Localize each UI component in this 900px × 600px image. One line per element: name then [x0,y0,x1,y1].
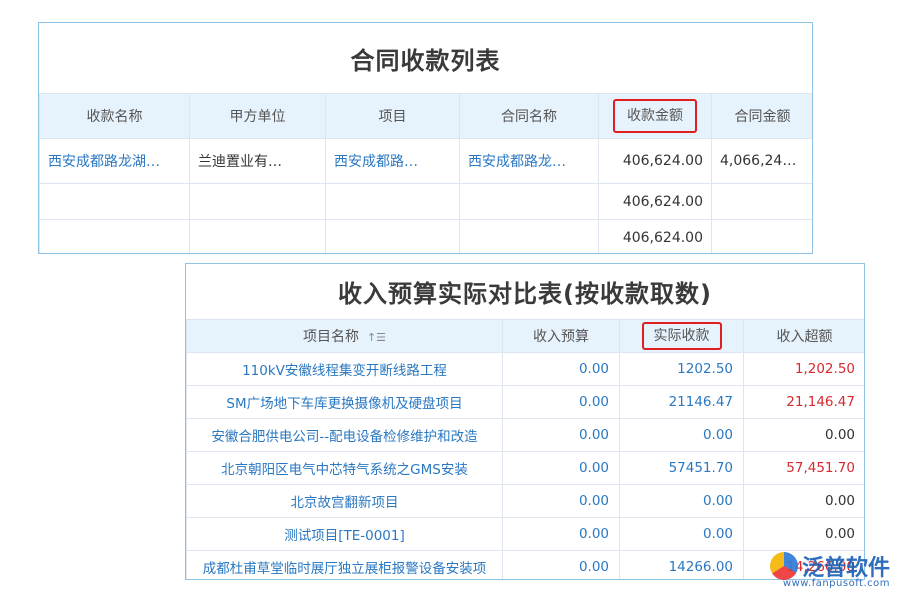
cell-actual-receipt: 14266.00 [620,551,744,581]
cell-income-budget: 0.00 [503,452,620,485]
col-income-excess[interactable]: 收入超额 [744,320,866,353]
col-contract-name[interactable]: 合同名称 [460,94,599,139]
cell-income-excess: 0.00 [744,419,866,452]
sort-icon[interactable]: ↑☰ [367,331,386,344]
cell-actual-receipt: 0.00 [620,485,744,518]
panel-title: 收入预算实际对比表(按收款取数) [186,264,864,319]
cell-income-excess: 0.00 [744,485,866,518]
watermark: 泛普软件 www.fanpusoft.com [770,550,890,582]
cell-income-excess: 1,202.50 [744,353,866,386]
cell-party-a [190,184,326,220]
cell-income-budget: 0.00 [503,518,620,551]
cell-project-name[interactable]: 安徽合肥供电公司--配电设备检修维护和改造 [187,419,503,452]
panel-title: 合同收款列表 [39,23,812,93]
cell-contract-amount: 4,066,24… [712,139,814,184]
highlight-box-actual-receipt: 实际收款 [642,322,722,350]
cell-project-name[interactable]: 成都杜甫草堂临时展厅独立展柜报警设备安装项 [187,551,503,581]
cell-receipt-name[interactable]: 西安成都路龙湖… [40,139,190,184]
cell-contract-name [460,184,599,220]
cell-project[interactable]: 西安成都路… [326,139,460,184]
cell-contract-name[interactable]: 西安成都路龙… [460,139,599,184]
cell-project [326,184,460,220]
cell-actual-receipt: 21146.47 [620,386,744,419]
cell-project [326,220,460,255]
cell-actual-receipt: 0.00 [620,419,744,452]
income-budget-comparison-panel: 收入预算实际对比表(按收款取数) 项目名称 ↑☰ 收入预算 实际收款 收入超额 1… [185,263,865,580]
income-budget-table: 项目名称↑☰ 收入预算 实际收款 收入超额 110kV安徽线程集变开断线路工程0… [186,319,865,580]
table-header-row: 项目名称 ↑☰ 收入预算 实际收款 收入超额 [187,320,866,353]
table-row[interactable]: 110kV安徽线程集变开断线路工程0.001202.501,202.50 [187,353,866,386]
col-project-name[interactable]: 项目名称 ↑☰ [187,320,503,353]
col-project[interactable]: 项目 [326,94,460,139]
col-contract-amount[interactable]: 合同金额 [712,94,814,139]
table-row[interactable]: 成都杜甫草堂临时展厅独立展柜报警设备安装项0.0014266.0014,266.… [187,551,866,581]
brand-url: www.fanpusoft.com [783,578,890,589]
cell-income-budget: 0.00 [503,551,620,581]
table-row[interactable]: 北京朝阳区电气中芯特气系统之GMS安装0.0057451.7057,451.70 [187,452,866,485]
table-row[interactable]: 西安成都路龙湖… 兰迪置业有… 西安成都路… 西安成都路龙… 406,624.0… [40,139,814,184]
highlight-box-receipt-amount: 收款金额 [613,99,697,133]
cell-receipt-amount: 406,624.00 [599,220,712,255]
col-party-a[interactable]: 甲方单位 [190,94,326,139]
cell-income-budget: 0.00 [503,353,620,386]
table-row[interactable]: 406,624.00 [40,184,814,220]
brand-logo-icon [770,552,798,580]
cell-receipt-amount: 406,624.00 [599,139,712,184]
cell-project-name[interactable]: 北京故宫翻新项目 [187,485,503,518]
col-receipt-amount[interactable]: 收款金额 [599,94,712,139]
table-row[interactable]: 北京故宫翻新项目0.000.000.00 [187,485,866,518]
contract-receipt-table: 收款名称 甲方单位 项目 合同名称 收款金额 合同金额 西安成都路龙湖… 兰迪置… [39,93,813,254]
table-row[interactable]: 安徽合肥供电公司--配电设备检修维护和改造0.000.000.00 [187,419,866,452]
cell-income-excess: 21,146.47 [744,386,866,419]
contract-receipt-list-panel: 合同收款列表 收款名称 甲方单位 项目 合同名称 收款金额 合同金额 西安成都路… [38,22,813,254]
cell-project-name[interactable]: 北京朝阳区电气中芯特气系统之GMS安装 [187,452,503,485]
cell-project-name[interactable]: SM广场地下车库更换摄像机及硬盘项目 [187,386,503,419]
cell-contract-name [460,220,599,255]
cell-income-excess: 57,451.70 [744,452,866,485]
cell-receipt-name [40,184,190,220]
col-income-budget[interactable]: 收入预算 [503,320,620,353]
cell-party-a: 兰迪置业有… [190,139,326,184]
cell-actual-receipt: 0.00 [620,518,744,551]
cell-actual-receipt: 57451.70 [620,452,744,485]
table-row[interactable]: 406,624.00 [40,220,814,255]
cell-income-budget: 0.00 [503,386,620,419]
cell-income-excess: 0.00 [744,518,866,551]
cell-income-budget: 0.00 [503,485,620,518]
cell-project-name[interactable]: 测试项目[TE-0001] [187,518,503,551]
cell-income-budget: 0.00 [503,419,620,452]
cell-project-name[interactable]: 110kV安徽线程集变开断线路工程 [187,353,503,386]
table-row[interactable]: SM广场地下车库更换摄像机及硬盘项目0.0021146.4721,146.47 [187,386,866,419]
col-actual-receipt[interactable]: 实际收款 [620,320,744,353]
cell-actual-receipt: 1202.50 [620,353,744,386]
cell-contract-amount [712,184,814,220]
col-receipt-name[interactable]: 收款名称 [40,94,190,139]
col-project-name-label: 项目名称 [303,329,359,345]
cell-receipt-name [40,220,190,255]
cell-contract-amount [712,220,814,255]
cell-receipt-amount: 406,624.00 [599,184,712,220]
cell-party-a [190,220,326,255]
table-row[interactable]: 测试项目[TE-0001]0.000.000.00 [187,518,866,551]
table-header-row: 收款名称 甲方单位 项目 合同名称 收款金额 合同金额 [40,94,814,139]
